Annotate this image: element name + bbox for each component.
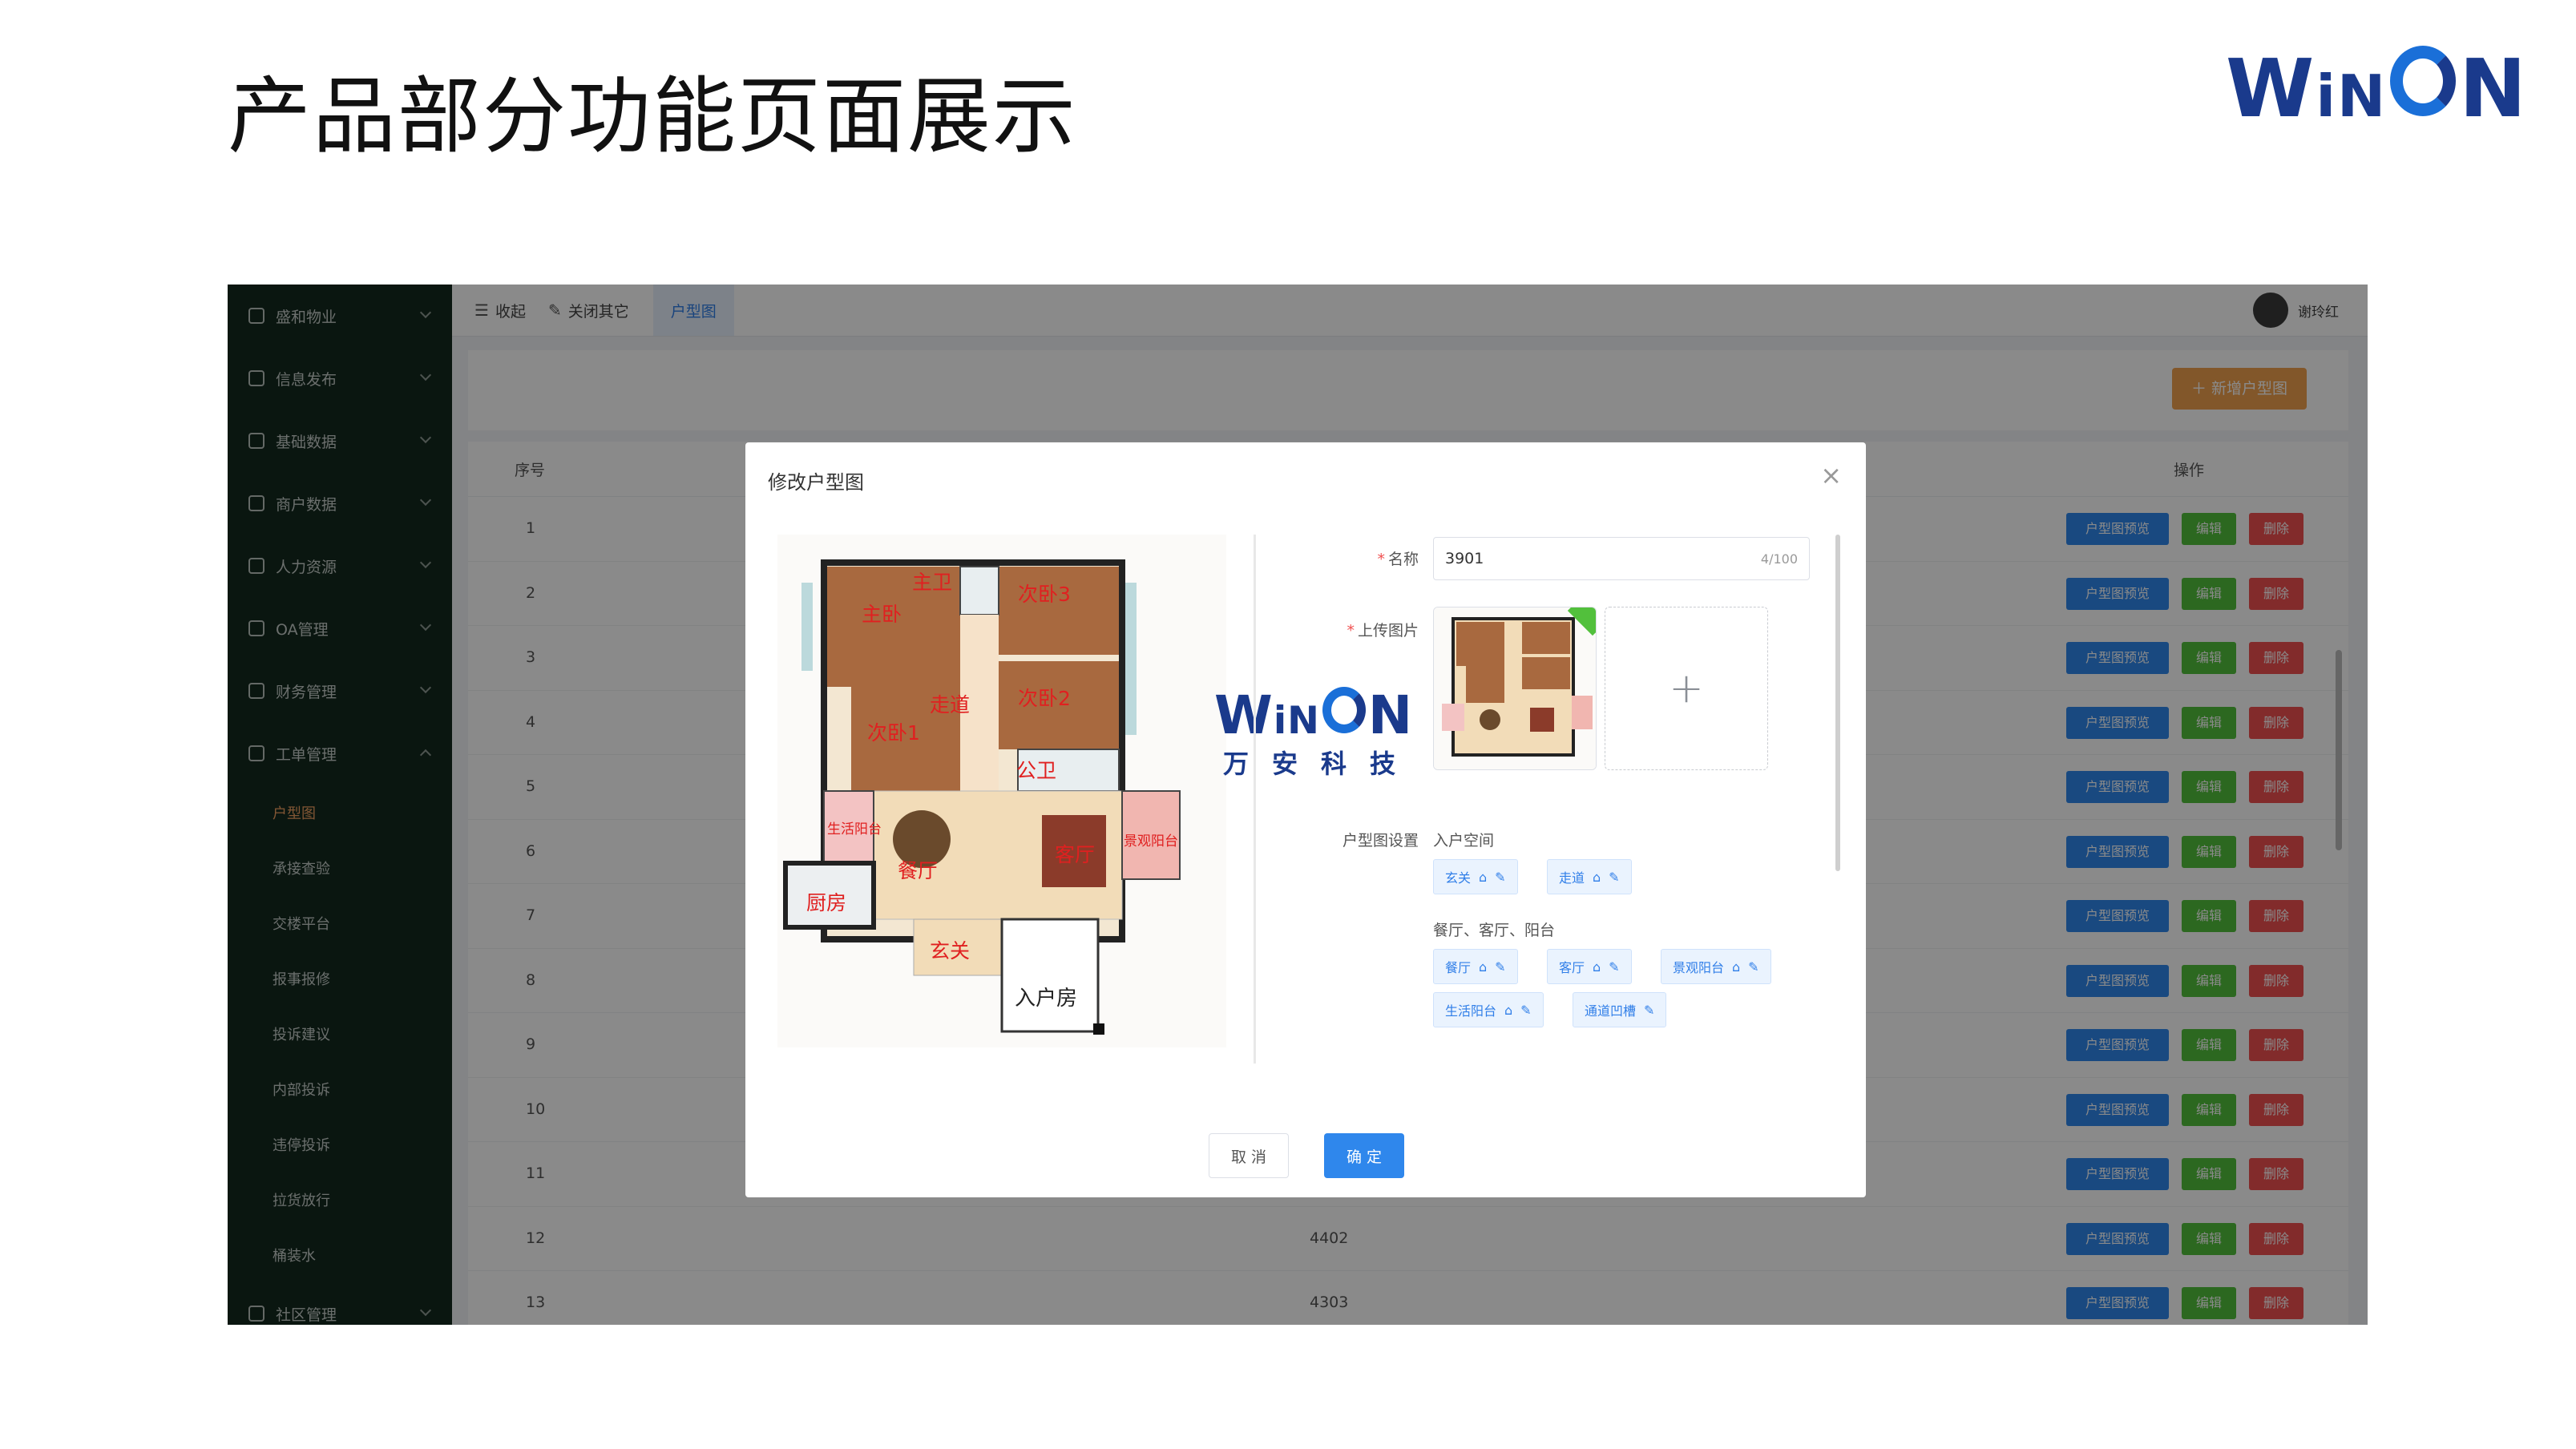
room-view-balcony: 景观阳台 (1124, 833, 1178, 850)
room-kitchen: 厨房 (806, 891, 847, 914)
cancel-button[interactable]: 取 消 (1209, 1133, 1289, 1178)
confirm-button[interactable]: 确 定 (1324, 1133, 1404, 1178)
room-living: 客厅 (1055, 843, 1096, 866)
char-counter: 4/100 (1760, 551, 1798, 567)
edit-icon[interactable]: ✎ (1520, 1003, 1531, 1018)
edit-icon[interactable]: ✎ (1609, 870, 1619, 885)
group-title-living: 餐厅、客厅、阳台 (1433, 922, 1556, 939)
edit-icon[interactable]: ✎ (1495, 870, 1505, 885)
slide-title: 产品部分功能页面展示 (228, 67, 1078, 165)
floorplan-image (777, 535, 1226, 1047)
name-input[interactable]: 3901 4/100 (1433, 537, 1810, 580)
edit-icon[interactable]: ✎ (1748, 959, 1758, 975)
lock-icon[interactable]: ⌂ (1593, 959, 1601, 975)
edit-icon[interactable]: ✎ (1609, 959, 1619, 975)
space-tag[interactable]: 客厅 ⌂ ✎ (1547, 949, 1632, 984)
watermark-logo: WiN N (1214, 684, 1414, 746)
room-entrance: 玄关 (930, 939, 971, 963)
edit-icon[interactable]: ✎ (1644, 1003, 1654, 1018)
space-tag[interactable]: 生活阳台 ⌂ ✎ (1433, 992, 1544, 1027)
edit-icon[interactable]: ✎ (1495, 959, 1505, 975)
space-tag[interactable]: 走道 ⌂ ✎ (1547, 859, 1632, 894)
upload-button[interactable]: + (1605, 607, 1768, 770)
divider (1254, 535, 1256, 1064)
edit-floorplan-dialog: 修改户型图 × 主卫 主卧 次卧3 次卧2 走道 次卧1 公卫 生活阳台 餐厅 … (745, 442, 1866, 1197)
room-entry-room: 入户房 (1015, 987, 1078, 1011)
lock-icon[interactable]: ⌂ (1593, 870, 1601, 885)
space-tag[interactable]: 餐厅 ⌂ ✎ (1433, 949, 1518, 984)
room-master-bath: 主卫 (912, 571, 953, 594)
close-icon[interactable]: × (1820, 460, 1842, 490)
setting-label: 户型图设置 (1342, 832, 1419, 850)
lock-icon[interactable]: ⌂ (1479, 959, 1487, 975)
uploaded-image-thumb[interactable] (1433, 607, 1597, 770)
company-logo: WiN N (2226, 42, 2528, 135)
room-corridor: 走道 (930, 693, 971, 716)
room-public-bath: 公卫 (1016, 759, 1057, 782)
watermark-brand-cn: 万安科技 (1223, 749, 1419, 779)
space-tag[interactable]: 玄关 ⌂ ✎ (1433, 859, 1518, 894)
group-title-entry: 入户空间 (1433, 832, 1495, 850)
admin-screenshot: 盛和物业 信息发布 基础数据 商户数据 人力资源 OA管理 财务管理 工单管理 … (228, 285, 2368, 1325)
room-bedroom-2: 次卧2 (1018, 687, 1071, 710)
room-dining: 餐厅 (898, 859, 939, 882)
room-bedroom-main: 主卧 (862, 603, 902, 626)
thumb-floorplan-image (1434, 607, 1596, 769)
space-tag[interactable]: 景观阳台 ⌂ ✎ (1661, 949, 1771, 984)
room-life-balcony: 生活阳台 (827, 821, 882, 838)
scrollbar[interactable] (1835, 535, 1840, 871)
upload-label: * 上传图片 (1347, 622, 1419, 640)
lock-icon[interactable]: ⌂ (1732, 959, 1740, 975)
room-bedroom-1: 次卧1 (867, 721, 920, 745)
space-tag[interactable]: 通道凹槽 ✎ (1573, 992, 1667, 1027)
name-label: * 名称 (1377, 551, 1419, 568)
room-bedroom-3: 次卧3 (1018, 583, 1071, 606)
dialog-title: 修改户型图 (768, 471, 864, 494)
lock-icon[interactable]: ⌂ (1479, 870, 1487, 885)
lock-icon[interactable]: ⌂ (1504, 1003, 1512, 1018)
floorplan-preview: 主卫 主卧 次卧3 次卧2 走道 次卧1 公卫 生活阳台 餐厅 客厅 景观阳台 … (777, 535, 1242, 1064)
